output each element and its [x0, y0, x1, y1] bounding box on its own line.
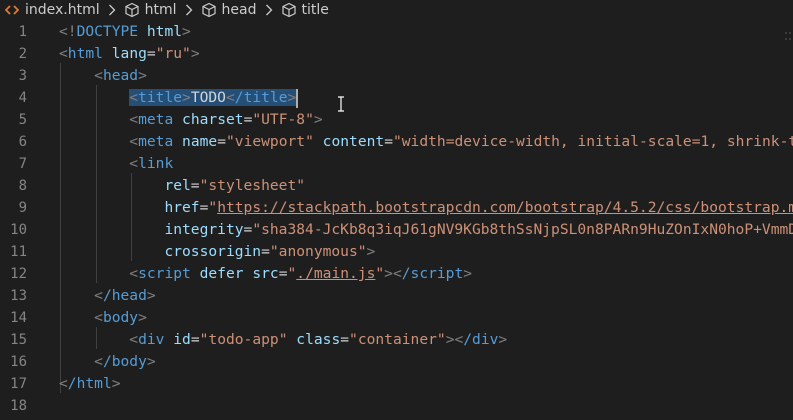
code-line[interactable]: 7 <link: [0, 153, 793, 175]
code-line[interactable]: 3 <head>: [0, 65, 793, 87]
overview-ruler[interactable]: [783, 19, 793, 59]
code-text: crossorigin="anonymous">: [164, 243, 376, 260]
code-line[interactable]: 2 <html lang="ru">: [0, 43, 793, 65]
code-text: <meta charset="UTF-8">: [129, 111, 323, 128]
code-line[interactable]: 11 crossorigin="anonymous">: [0, 241, 793, 263]
code-text: </body>: [94, 353, 156, 370]
line-number: 4: [18, 90, 27, 106]
mouse-ibeam-icon: [336, 96, 346, 112]
code-text: integrity="sha384-JcKb8q3iqJ61gNV9KGb8th…: [164, 221, 793, 238]
breadcrumb-file[interactable]: index.html: [0, 0, 100, 19]
symbol-field-icon: [201, 2, 217, 18]
line-number: 8: [18, 178, 27, 194]
text-cursor: [296, 88, 299, 108]
line-number: 14: [10, 310, 27, 326]
line-number: 13: [10, 288, 27, 304]
code-line[interactable]: 4 <title>TODO</title>: [0, 87, 793, 109]
code-line[interactable]: 17 </html>: [0, 373, 793, 395]
line-number: 15: [10, 332, 27, 348]
line-number: 18: [10, 398, 27, 414]
line-number: 11: [10, 244, 27, 260]
code-line[interactable]: 16 </body>: [0, 351, 793, 373]
selection: <title>TODO</title>: [129, 89, 297, 106]
code-line[interactable]: 15 <div id="todo-app" class="container">…: [0, 329, 793, 351]
line-number: 2: [18, 46, 27, 62]
src-link: ./main.js: [296, 265, 376, 282]
line-number: 5: [18, 112, 27, 128]
line-number: 3: [18, 68, 27, 84]
code-line[interactable]: 18: [0, 395, 793, 417]
href-link: https://stackpath.bootstrapcdn.com/boots…: [217, 199, 793, 216]
breadcrumb-item-title[interactable]: title: [281, 0, 329, 19]
code-text: <head>: [94, 67, 147, 84]
code-text: </html>: [59, 375, 121, 392]
line-number: 7: [18, 156, 27, 172]
code-text: <html lang="ru">: [59, 45, 200, 62]
code-text: <title>TODO</title>: [59, 87, 299, 109]
code-line[interactable]: 9 href="https://stackpath.bootstrapcdn.c…: [0, 197, 793, 219]
code-text: <script defer src="./main.js"></script>: [129, 265, 473, 282]
breadcrumb-item-html[interactable]: html: [124, 0, 177, 19]
line-number: 10: [10, 222, 27, 238]
code-line[interactable]: 8 rel="stylesheet": [0, 175, 793, 197]
code-text: </head>: [94, 287, 156, 304]
code-line[interactable]: 13 </head>: [0, 285, 793, 307]
code-line[interactable]: 6 <meta name="viewport" content="width=d…: [0, 131, 793, 153]
symbol-field-icon: [281, 2, 297, 18]
code-text: href="https://stackpath.bootstrapcdn.com…: [59, 197, 793, 219]
code-text: rel="stylesheet": [164, 177, 306, 194]
breadcrumb-item-head[interactable]: head: [201, 0, 257, 19]
breadcrumb-item-label: html: [144, 1, 177, 18]
line-number: 12: [10, 266, 27, 282]
code-text: <!DOCTYPE html>: [59, 23, 191, 40]
breadcrumb-item-label: title: [301, 1, 329, 18]
code-text: <link: [129, 155, 174, 172]
code-text: <div id="todo-app" class="container"></d…: [129, 331, 508, 348]
breadcrumb-file-label: index.html: [25, 1, 100, 18]
symbol-field-icon: [124, 2, 140, 18]
chevron-right-icon: [262, 3, 276, 17]
line-number: 1: [18, 24, 27, 40]
line-number: 17: [10, 376, 27, 392]
line-number: 6: [18, 134, 27, 150]
chevron-right-icon: [182, 3, 196, 17]
code-line[interactable]: 12 <script defer src="./main.js"></scrip…: [0, 263, 793, 285]
code-line[interactable]: 10 integrity="sha384-JcKb8q3iqJ61gNV9KGb…: [0, 219, 793, 241]
chevron-right-icon: [105, 3, 119, 17]
code-text: <body>: [94, 309, 147, 326]
breadcrumb: index.html html head title: [0, 0, 793, 19]
line-number: 16: [10, 354, 27, 370]
html-file-icon: [4, 2, 20, 18]
breadcrumb-item-label: head: [221, 1, 257, 18]
code-line[interactable]: 1 <!DOCTYPE html>: [0, 21, 793, 43]
code-text: <meta name="viewport" content="width=dev…: [129, 133, 793, 150]
code-line[interactable]: 5 <meta charset="UTF-8">: [0, 109, 793, 131]
line-number: 9: [18, 200, 27, 216]
code-editor[interactable]: 1 <!DOCTYPE html> 2 <html lang="ru"> 3 <…: [0, 19, 793, 420]
code-line[interactable]: 14 <body>: [0, 307, 793, 329]
